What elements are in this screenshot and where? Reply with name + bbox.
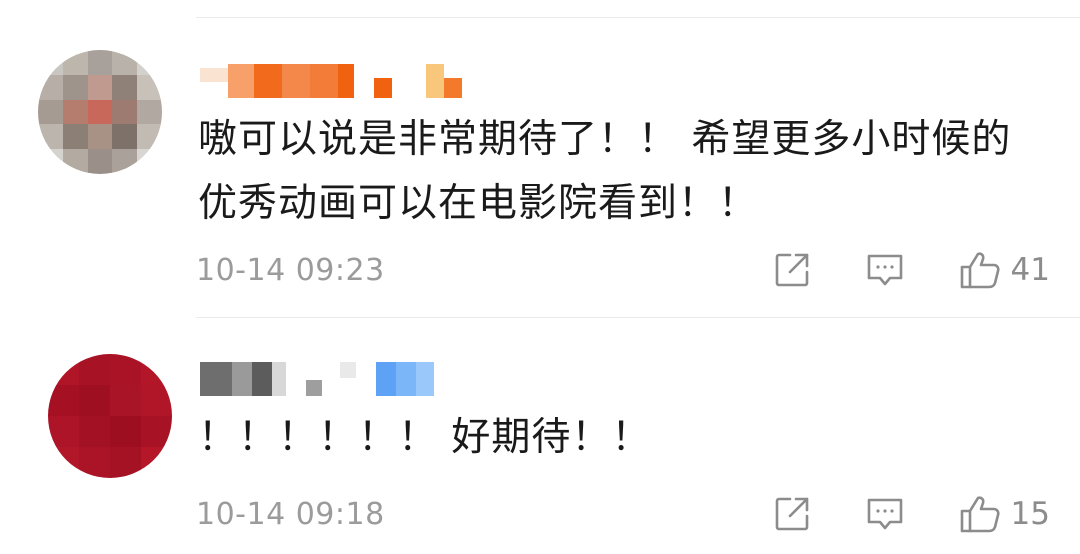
comment-icon: [865, 495, 905, 533]
comment-actions: 15: [773, 494, 1050, 534]
comment-item: ！！！！！！ 好期待！！ 10-14 09:18 15: [0, 318, 1080, 554]
comment-text: 嗷可以说是非常期待了！！ 希望更多小时候的 优秀动画可以在电影院看到！！: [198, 108, 1058, 236]
like-button[interactable]: 41: [959, 250, 1050, 290]
comment-text-line: 优秀动画可以在电影院看到！！: [198, 181, 759, 226]
like-button[interactable]: 15: [959, 494, 1050, 534]
share-button[interactable]: [773, 251, 811, 289]
like-count: 15: [1010, 496, 1050, 532]
comment-list: 嗷可以说是非常期待了！！ 希望更多小时候的 优秀动画可以在电影院看到！！ 10-…: [0, 0, 1080, 554]
comment-actions: 41: [773, 250, 1050, 290]
avatar[interactable]: [38, 50, 162, 174]
comment-meta: 10-14 09:23 41: [196, 250, 1050, 290]
comment-item: 嗷可以说是非常期待了！！ 希望更多小时候的 优秀动画可以在电影院看到！！ 10-…: [0, 0, 1080, 317]
like-count: 41: [1010, 252, 1050, 288]
comment-text-line: 嗷可以说是非常期待了！！ 希望更多小时候的: [198, 117, 1012, 162]
share-icon: [773, 495, 811, 533]
username-redacted[interactable]: [200, 356, 434, 396]
avatar[interactable]: [48, 354, 172, 478]
comment-meta: 10-14 09:18 15: [196, 494, 1050, 534]
comment-text: ！！！！！！ 好期待！！: [198, 406, 1058, 470]
timestamp: 10-14 09:18: [196, 496, 385, 532]
reply-button[interactable]: [865, 251, 905, 289]
thumbs-up-icon: [959, 494, 1001, 534]
avatar-pixelated: [48, 354, 172, 478]
share-icon: [773, 251, 811, 289]
avatar-pixelated: [38, 50, 162, 174]
timestamp: 10-14 09:23: [196, 252, 385, 288]
comment-icon: [865, 251, 905, 289]
reply-button[interactable]: [865, 495, 905, 533]
share-button[interactable]: [773, 495, 811, 533]
comment-text-line: ！！！！！！ 好期待！！: [198, 415, 652, 460]
username-redacted[interactable]: [200, 58, 462, 98]
thumbs-up-icon: [959, 250, 1001, 290]
